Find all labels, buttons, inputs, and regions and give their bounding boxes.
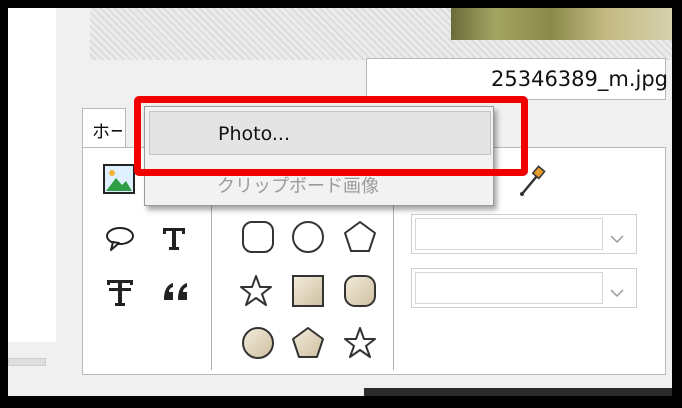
pentagon-icon[interactable] — [343, 220, 377, 254]
ribbon-tab-label: ホーム — [92, 122, 122, 143]
font-dropdown[interactable] — [411, 214, 637, 254]
speech-bubble-icon[interactable] — [105, 226, 135, 252]
octagon-filled-icon[interactable] — [343, 274, 377, 308]
star-outline-icon[interactable] — [239, 274, 273, 308]
quote-icon[interactable] — [161, 280, 191, 304]
pentagon-filled-icon[interactable] — [291, 326, 325, 360]
text-icon[interactable] — [161, 224, 187, 252]
square-filled-icon[interactable] — [291, 274, 325, 308]
scrollbar[interactable] — [8, 358, 46, 366]
filename-label: 25346389_m.jpg — [491, 67, 669, 91]
vertical-text-icon[interactable] — [105, 278, 135, 308]
rounded-square-icon[interactable] — [241, 220, 275, 254]
star-outline-small-icon[interactable] — [343, 326, 377, 360]
size-dropdown[interactable] — [411, 268, 637, 308]
highlight-annotation — [134, 96, 528, 176]
insert-image-icon[interactable] — [103, 164, 135, 194]
circle-icon[interactable] — [291, 220, 325, 254]
status-bar-edge — [364, 388, 672, 396]
photo-preview — [451, 8, 672, 40]
size-dropdown-value — [415, 272, 603, 304]
font-dropdown-value — [415, 218, 603, 250]
circle-filled-icon[interactable] — [241, 326, 275, 360]
sidebar-panel — [8, 8, 56, 342]
chevron-down-icon — [610, 283, 624, 302]
chevron-down-icon — [610, 229, 624, 248]
